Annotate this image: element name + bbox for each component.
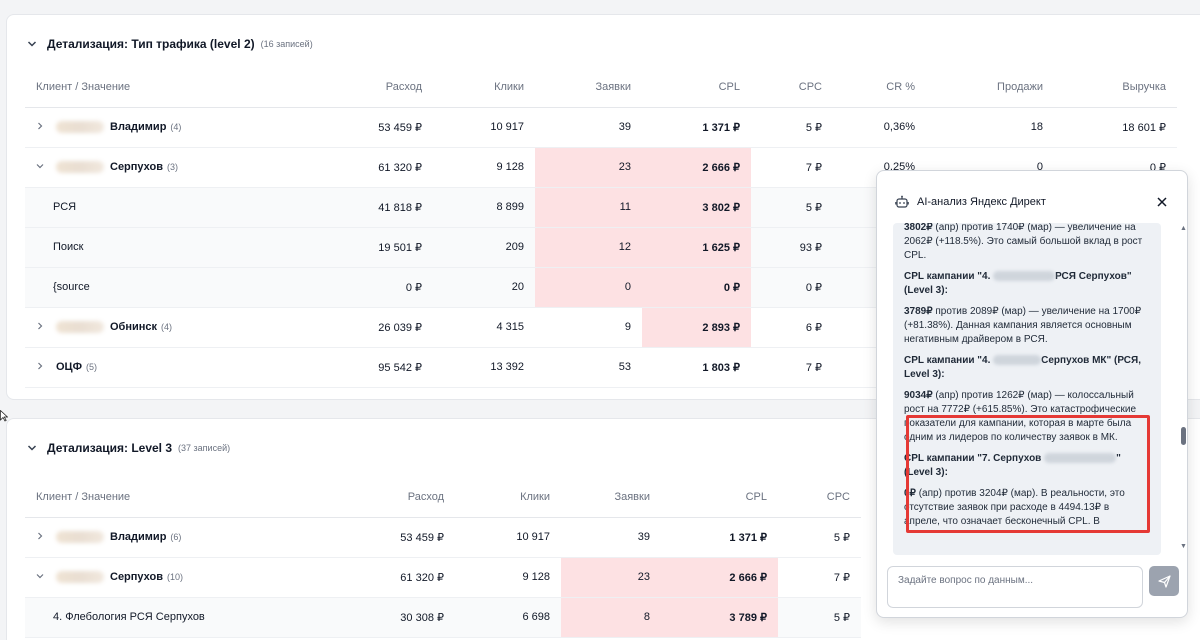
col-cr[interactable]: CR % bbox=[833, 67, 926, 108]
chevron-right-icon[interactable] bbox=[36, 321, 44, 333]
level3-header[interactable]: Детализация: Level 3 (37 записей) bbox=[27, 441, 230, 455]
col-clicks[interactable]: Клики bbox=[433, 67, 535, 108]
analysis-heading: CPL кампании "4. РСЯ Серпухов" (Level 3)… bbox=[904, 271, 1132, 296]
redacted-client-name bbox=[56, 321, 104, 334]
table-row[interactable]: Владимир (4) 53 459 ₽ 10 917 39 1 371 ₽ 5… bbox=[25, 107, 1177, 148]
col-spend[interactable]: Расход bbox=[193, 67, 433, 108]
scroll-down-arrow-icon[interactable]: ▼ bbox=[1180, 543, 1187, 550]
chevron-down-icon[interactable] bbox=[27, 443, 37, 453]
ai-analysis-panel: AI-анализ Яндекс Директ 3802₽ (апр) прот… bbox=[876, 170, 1188, 618]
close-icon[interactable] bbox=[1157, 197, 1167, 207]
chevron-right-icon[interactable] bbox=[36, 531, 44, 543]
level2-record-count: (16 записей) bbox=[260, 39, 313, 49]
analysis-heading: CPL кампании "4. Серпухов МК" (РСЯ, Leve… bbox=[904, 355, 1141, 380]
scrollbar[interactable]: ▲ ▼ bbox=[1179, 223, 1187, 555]
redacted-text bbox=[993, 355, 1042, 366]
col-cpl[interactable]: CPL bbox=[661, 477, 778, 518]
analysis-paragraph: 3802₽ (апр) против 1740₽ (мар) — увеличе… bbox=[904, 223, 1143, 261]
redacted-client-name bbox=[56, 571, 104, 584]
scroll-up-arrow-icon[interactable]: ▲ bbox=[1180, 225, 1187, 232]
level3-table: Клиент / Значение Расход Клики Заявки CP… bbox=[25, 477, 861, 638]
table-row[interactable]: Владимир (6) 53 459 ₽ 10 917 39 1 371 ₽ 5… bbox=[25, 517, 861, 558]
table-row[interactable]: 4. Флебология РСЯ Серпухов 30 308 ₽ 6 69… bbox=[25, 597, 861, 638]
col-leads[interactable]: Заявки bbox=[535, 67, 642, 108]
table-row[interactable]: Серпухов (10) 61 320 ₽ 9 128 23 2 666 ₽ 7… bbox=[25, 557, 861, 598]
redacted-client-name bbox=[56, 531, 104, 544]
col-client[interactable]: Клиент / Значение bbox=[25, 67, 193, 108]
table-header-row: Клиент / Значение Расход Клики Заявки CP… bbox=[25, 477, 861, 518]
redacted-text bbox=[993, 271, 1056, 282]
analysis-message-area[interactable]: 3802₽ (апр) против 1740₽ (мар) — увеличе… bbox=[893, 223, 1161, 555]
col-revenue[interactable]: Выручка bbox=[1054, 67, 1177, 108]
chevron-right-icon[interactable] bbox=[36, 361, 44, 373]
level2-title: Детализация: Тип трафика (level 2) bbox=[47, 37, 255, 51]
col-sales[interactable]: Продажи bbox=[926, 67, 1054, 108]
panel-header: AI-анализ Яндекс Директ bbox=[895, 195, 1046, 209]
level2-header[interactable]: Детализация: Тип трафика (level 2) (16 з… bbox=[27, 37, 313, 51]
chevron-down-icon[interactable] bbox=[36, 571, 44, 583]
question-input[interactable] bbox=[887, 566, 1143, 608]
annotation-highlight-box bbox=[906, 415, 1150, 533]
col-clicks[interactable]: Клики bbox=[455, 477, 561, 518]
col-cpl[interactable]: CPL bbox=[642, 67, 751, 108]
chevron-down-icon[interactable] bbox=[27, 39, 37, 49]
panel-title: AI-анализ Яндекс Директ bbox=[917, 196, 1046, 208]
redacted-client-name bbox=[56, 121, 104, 134]
chevron-down-icon[interactable] bbox=[36, 161, 44, 173]
analysis-paragraph: 3789₽ против 2089₽ (мар) — увеличение на… bbox=[904, 306, 1142, 345]
chevron-right-icon[interactable] bbox=[36, 121, 44, 133]
scroll-thumb[interactable] bbox=[1181, 427, 1186, 445]
table-header-row: Клиент / Значение Расход Клики Заявки CP… bbox=[25, 67, 1177, 108]
col-client[interactable]: Клиент / Значение bbox=[25, 477, 285, 518]
col-leads[interactable]: Заявки bbox=[561, 477, 661, 518]
col-cpc[interactable]: CPC bbox=[778, 477, 861, 518]
send-button[interactable] bbox=[1149, 566, 1179, 596]
bot-icon bbox=[895, 195, 909, 208]
redacted-client-name bbox=[56, 161, 104, 174]
level3-record-count: (37 записей) bbox=[178, 443, 231, 453]
send-icon bbox=[1157, 574, 1171, 588]
level3-title: Детализация: Level 3 bbox=[47, 441, 173, 455]
col-cpc[interactable]: CPC bbox=[751, 67, 833, 108]
col-spend[interactable]: Расход bbox=[285, 477, 455, 518]
